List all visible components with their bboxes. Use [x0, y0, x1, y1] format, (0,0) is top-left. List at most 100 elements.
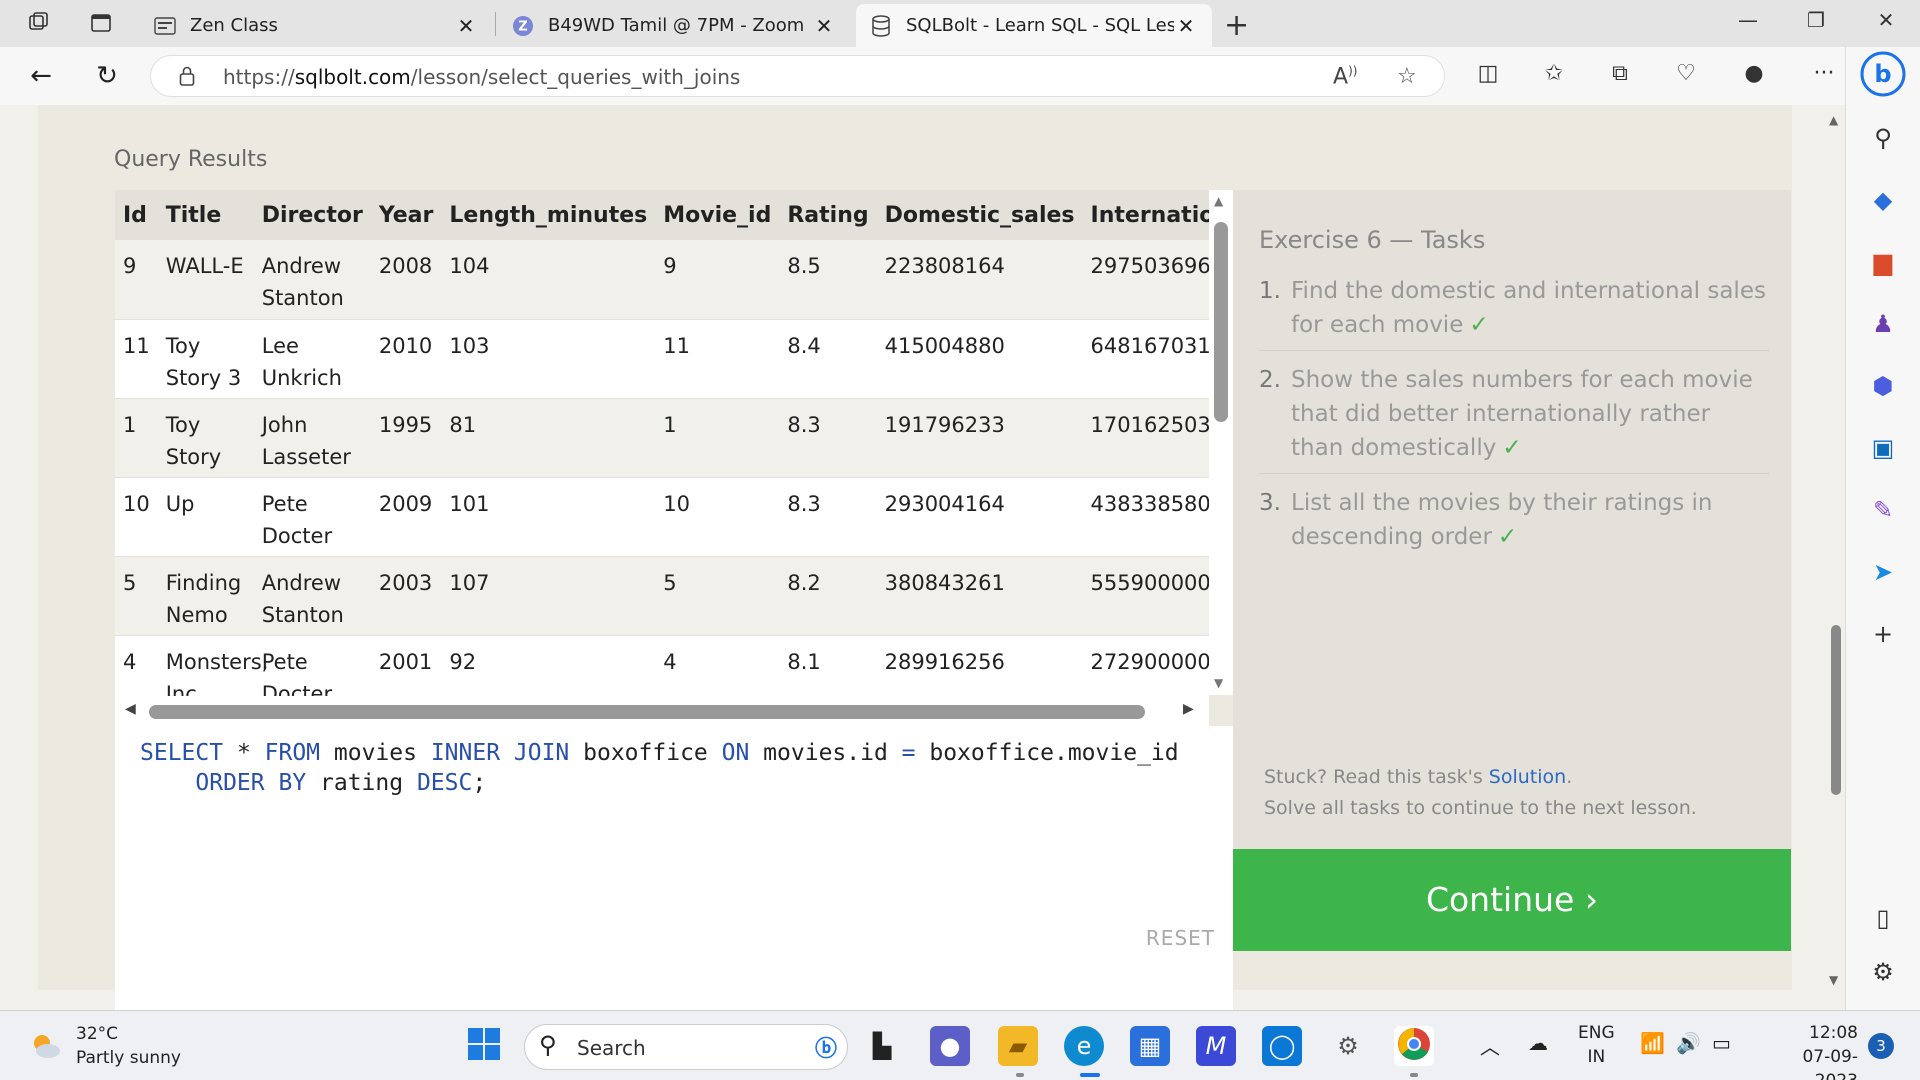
- outlook-icon[interactable]: ▣: [1864, 429, 1902, 467]
- microsoft-365-icon[interactable]: ⬢: [1864, 367, 1902, 405]
- close-tab-icon[interactable]: ✕: [812, 14, 836, 38]
- workspaces-icon[interactable]: [26, 11, 52, 37]
- tasks-title: Exercise 6 — Tasks: [1259, 226, 1486, 254]
- microsoft-store-icon[interactable]: ▦: [1130, 1026, 1170, 1066]
- volume-icon[interactable]: 🔊: [1676, 1031, 1701, 1055]
- edge-sidebar: b ⚲ ◆ ▆ ♟ ⬢ ▣ ✎ ➤ + ▯ ⚙: [1845, 47, 1920, 1010]
- scroll-down-arrow-icon[interactable]: ▼: [1214, 676, 1223, 690]
- chrome-icon[interactable]: [1394, 1026, 1434, 1066]
- cortana-ring-icon[interactable]: ◯: [1262, 1026, 1302, 1066]
- column-header: Id: [115, 190, 158, 240]
- minimize-icon[interactable]: —: [1728, 8, 1768, 32]
- scroll-up-arrow-icon[interactable]: ▲: [1829, 113, 1838, 127]
- task-number: 1.: [1259, 278, 1281, 304]
- lock-icon: [179, 66, 195, 86]
- tasks-panel: Exercise 6 — Tasks 1. Find the domestic …: [1233, 190, 1791, 850]
- battery-icon[interactable]: ▭: [1712, 1031, 1731, 1055]
- profile-avatar-icon[interactable]: ●: [1738, 61, 1770, 86]
- designer-icon[interactable]: ✎: [1864, 491, 1902, 529]
- table-cell: 191796233: [876, 398, 1083, 478]
- checkmark-icon: ✓: [1497, 524, 1518, 550]
- restore-icon[interactable]: ❐: [1796, 8, 1836, 32]
- weather-widget[interactable]: 32°C Partly sunny: [76, 1022, 181, 1070]
- zoom-favicon-icon: Z: [512, 15, 534, 37]
- solution-link[interactable]: Solution: [1489, 766, 1566, 788]
- close-window-icon[interactable]: ✕: [1866, 8, 1906, 32]
- tab-label: SQLBolt - Learn SQL - SQL Lesson: [906, 15, 1174, 36]
- collections-icon[interactable]: ⧉: [1604, 61, 1636, 86]
- svg-text:Z: Z: [518, 19, 527, 34]
- tools-icon[interactable]: ▆: [1864, 243, 1902, 281]
- scrollbar-thumb[interactable]: [1831, 625, 1841, 795]
- tab-sqlbolt[interactable]: SQLBolt - Learn SQL - SQL Lesson ✕: [856, 4, 1212, 47]
- scrollbar-thumb[interactable]: [149, 705, 1145, 719]
- continue-button[interactable]: Continue ›: [1233, 849, 1791, 951]
- table-cell: 8.3: [779, 398, 877, 478]
- close-tab-icon[interactable]: ✕: [1174, 14, 1198, 38]
- shopping-tag-icon[interactable]: ◆: [1864, 181, 1902, 219]
- onedrive-cloud-icon[interactable]: ☁: [1528, 1031, 1548, 1055]
- input-language-indicator[interactable]: ENG IN: [1578, 1021, 1615, 1069]
- sql-editor[interactable]: SELECT * FROM movies INNER JOIN boxoffic…: [115, 726, 1233, 1010]
- sidebar-panel-toggle-icon[interactable]: ▯: [1864, 899, 1902, 937]
- scroll-up-arrow-icon[interactable]: ▲: [1214, 194, 1223, 208]
- teams-chat-icon[interactable]: ●: [930, 1026, 970, 1066]
- refresh-icon[interactable]: ↻: [90, 59, 124, 93]
- page-vertical-scrollbar[interactable]: ▲ ▼: [1826, 105, 1845, 1010]
- column-header: Title: [157, 190, 254, 240]
- back-arrow-icon[interactable]: ←: [24, 59, 58, 93]
- bing-copilot-icon[interactable]: b: [1860, 51, 1906, 97]
- scroll-left-arrow-icon[interactable]: ◀: [125, 701, 136, 717]
- browser-essentials-icon[interactable]: ♡: [1670, 61, 1702, 86]
- table-cell: Lee Unkrich: [253, 319, 371, 399]
- results-vertical-scrollbar[interactable]: ▲ ▼: [1209, 190, 1233, 695]
- file-explorer-icon[interactable]: ▰: [998, 1026, 1038, 1066]
- search-icon[interactable]: ⚲: [1864, 119, 1902, 157]
- table-cell: 555900000: [1082, 556, 1209, 636]
- table-cell: 8.5: [779, 240, 877, 320]
- address-bar[interactable]: https://sqlbolt.com/lesson/select_querie…: [150, 55, 1445, 97]
- sql-token: boxoffice: [569, 740, 722, 766]
- results-horizontal-scrollbar[interactable]: ◀ ▶: [115, 696, 1209, 726]
- sql-keyword: SELECT: [140, 740, 224, 766]
- tab-zoom[interactable]: Z B49WD Tamil @ 7PM - Zoom ✕: [498, 4, 850, 47]
- edge-browser-icon[interactable]: e: [1064, 1026, 1104, 1066]
- system-clock[interactable]: 12:08 07-09-2023: [1762, 1021, 1858, 1080]
- games-icon[interactable]: ♟: [1864, 305, 1902, 343]
- scroll-right-arrow-icon[interactable]: ▶: [1183, 701, 1194, 717]
- settings-gear-icon[interactable]: ⚙: [1328, 1026, 1368, 1066]
- split-screen-icon[interactable]: ◫: [1472, 61, 1504, 86]
- more-options-icon[interactable]: ···: [1808, 61, 1840, 86]
- column-header: Length_minutes: [441, 190, 656, 240]
- read-aloud-icon[interactable]: A)): [1333, 64, 1357, 89]
- column-header: Director: [253, 190, 371, 240]
- tab-zen-class[interactable]: Zen Class ✕: [140, 4, 492, 47]
- table-cell: Finding Nemo: [157, 556, 254, 636]
- tab-actions-icon[interactable]: [88, 11, 114, 37]
- drop-send-icon[interactable]: ➤: [1864, 553, 1902, 591]
- scrollbar-thumb[interactable]: [1214, 222, 1228, 422]
- favorite-star-icon[interactable]: ☆: [1397, 64, 1417, 89]
- column-header: Rating: [779, 190, 877, 240]
- wifi-icon[interactable]: 📶: [1640, 1031, 1665, 1055]
- table-cell: 9: [115, 240, 158, 320]
- notification-count-badge[interactable]: 3: [1868, 1033, 1894, 1059]
- new-tab-plus-icon[interactable]: +: [1224, 8, 1249, 43]
- show-hidden-icons-chevron-icon[interactable]: ︿: [1480, 1031, 1500, 1060]
- sidebar-settings-gear-icon[interactable]: ⚙: [1864, 953, 1902, 991]
- svg-text:b: b: [1874, 60, 1891, 88]
- close-tab-icon[interactable]: ✕: [454, 14, 478, 38]
- vscode-like-app-icon[interactable]: M: [1196, 1026, 1236, 1066]
- column-header: Domestic_sales: [876, 190, 1083, 240]
- query-results-table-container[interactable]: Id Title Director Year Length_minutes Movie_i…: [115, 190, 1209, 726]
- sql-code[interactable]: SELECT * FROM movies INNER JOIN boxoffic…: [140, 738, 1179, 798]
- taskbar-search-input[interactable]: ⚲ Search ⓑ: [524, 1024, 848, 1070]
- reset-button[interactable]: RESET: [1146, 926, 1215, 950]
- windows-start-icon[interactable]: [464, 1026, 504, 1066]
- table-cell: 5: [655, 556, 780, 636]
- task-view-icon[interactable]: ▙: [862, 1026, 902, 1066]
- add-sidebar-app-icon[interactable]: +: [1864, 615, 1902, 653]
- favorites-icon[interactable]: ✩: [1538, 61, 1570, 86]
- url-text[interactable]: https://sqlbolt.com/lesson/select_querie…: [223, 65, 740, 89]
- scroll-down-arrow-icon[interactable]: ▼: [1829, 973, 1838, 987]
